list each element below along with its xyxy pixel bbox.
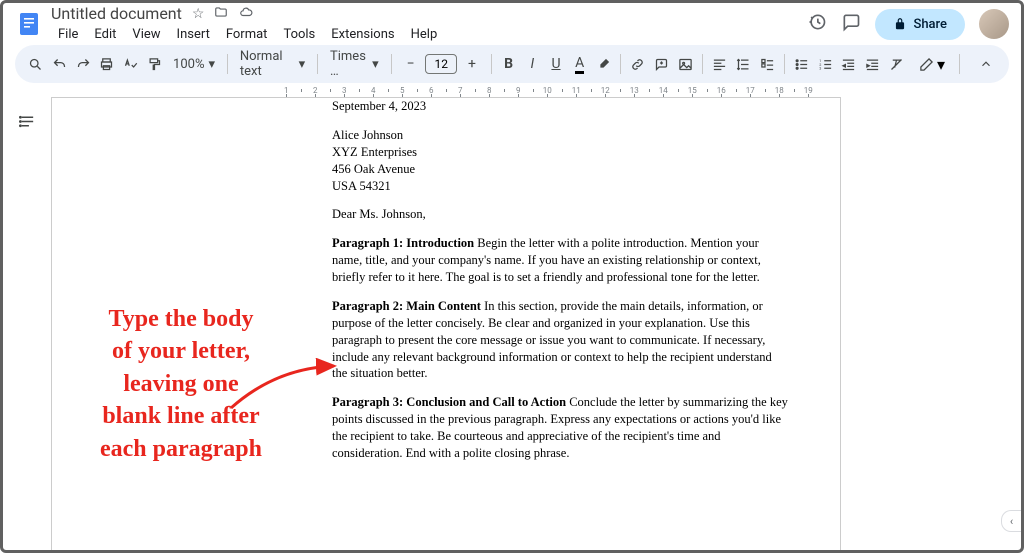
undo-icon[interactable] <box>49 51 71 77</box>
menu-view[interactable]: View <box>125 25 167 44</box>
italic-icon[interactable]: I <box>521 51 543 77</box>
add-comment-icon[interactable] <box>651 51 673 77</box>
lock-icon <box>893 17 907 31</box>
comment-icon[interactable] <box>841 12 861 36</box>
salutation: Dear Ms. Johnson, <box>332 206 788 223</box>
underline-icon[interactable]: U <box>545 51 567 77</box>
chevron-down-icon: ▾ <box>208 57 215 72</box>
recipient-name: Alice Johnson <box>332 127 788 144</box>
font-select[interactable]: Times …▾ <box>324 49 385 79</box>
recipient-company: XYZ Enterprises <box>332 144 788 161</box>
chevron-down-icon: ▾ <box>937 55 945 74</box>
redo-icon[interactable] <box>72 51 94 77</box>
chevron-down-icon: ▾ <box>372 57 379 72</box>
menu-format[interactable]: Format <box>219 25 275 44</box>
date-line: September 4, 2023 <box>332 98 788 115</box>
history-icon[interactable] <box>807 12 827 36</box>
menu-tools[interactable]: Tools <box>276 25 322 44</box>
font-decrease-icon[interactable]: − <box>397 51 423 77</box>
link-icon[interactable] <box>627 51 649 77</box>
print-icon[interactable] <box>96 51 118 77</box>
move-icon[interactable] <box>214 5 228 23</box>
svg-text:3: 3 <box>819 66 821 70</box>
editing-mode-select[interactable]: ▾ <box>911 55 953 74</box>
toolbar: 100%▾ Normal text▾ Times …▾ − 12 + B I U… <box>15 45 1009 83</box>
recipient-citystate: USA 54321 <box>332 178 788 195</box>
collapse-toolbar-icon[interactable] <box>974 49 999 79</box>
menu-file[interactable]: File <box>51 25 85 44</box>
increase-indent-icon[interactable] <box>862 51 884 77</box>
account-avatar[interactable] <box>979 9 1009 39</box>
ruler[interactable]: 12345678910111213141516171819 <box>51 83 1021 97</box>
numbered-list-icon[interactable]: 123 <box>814 51 836 77</box>
recipient-street: 456 Oak Avenue <box>332 161 788 178</box>
clear-formatting-icon[interactable] <box>885 51 907 77</box>
explore-tab-icon[interactable]: ‹ <box>1001 510 1021 532</box>
paint-format-icon[interactable] <box>143 51 165 77</box>
share-label: Share <box>913 17 947 32</box>
docs-logo[interactable] <box>15 10 43 38</box>
menu-extensions[interactable]: Extensions <box>324 25 401 44</box>
style-select[interactable]: Normal text▾ <box>234 49 311 79</box>
decrease-indent-icon[interactable] <box>838 51 860 77</box>
search-icon[interactable] <box>25 51 47 77</box>
menu-edit[interactable]: Edit <box>87 25 123 44</box>
document-title[interactable]: Untitled document <box>51 4 182 23</box>
share-button[interactable]: Share <box>875 9 965 40</box>
annotation-arrow-icon <box>226 358 346 418</box>
checklist-icon[interactable] <box>756 51 778 77</box>
menu-bar: File Edit View Insert Format Tools Exten… <box>51 25 807 44</box>
insert-image-icon[interactable] <box>674 51 696 77</box>
menu-help[interactable]: Help <box>404 25 445 44</box>
star-icon[interactable]: ☆ <box>192 6 205 22</box>
bold-icon[interactable]: B <box>498 51 520 77</box>
font-increase-icon[interactable]: + <box>459 51 485 77</box>
paragraph-3: Paragraph 3: Conclusion and Call to Acti… <box>332 394 788 462</box>
align-icon[interactable] <box>709 51 731 77</box>
line-spacing-icon[interactable] <box>733 51 755 77</box>
highlight-icon[interactable] <box>592 51 614 77</box>
menu-insert[interactable]: Insert <box>170 25 217 44</box>
text-color-icon[interactable]: A <box>569 51 591 77</box>
bulleted-list-icon[interactable] <box>791 51 813 77</box>
cloud-status-icon[interactable] <box>238 5 254 23</box>
paragraph-1: Paragraph 1: Introduction Begin the lett… <box>332 235 788 286</box>
spellcheck-icon[interactable] <box>120 51 142 77</box>
font-size-input[interactable]: 12 <box>425 54 457 74</box>
zoom-select[interactable]: 100%▾ <box>167 57 221 72</box>
chevron-down-icon: ▾ <box>299 57 306 72</box>
paragraph-2: Paragraph 2: Main Content In this sectio… <box>332 298 788 382</box>
outline-icon[interactable] <box>19 113 36 134</box>
